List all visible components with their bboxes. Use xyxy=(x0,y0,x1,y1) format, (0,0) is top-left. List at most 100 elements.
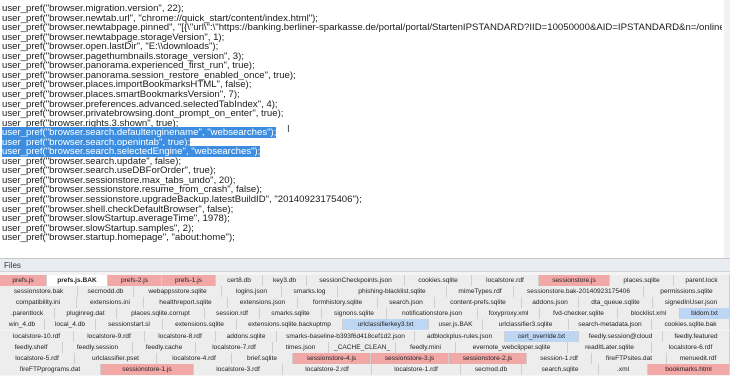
file-tab[interactable]: sessionstart.sl xyxy=(96,319,163,331)
file-tab[interactable]: compatibility.ini xyxy=(0,297,77,309)
file-tab[interactable]: times.json xyxy=(273,341,329,353)
file-tab-label: fireFTPsites.dat xyxy=(605,354,653,362)
file-tab[interactable]: urlclassifier.pset xyxy=(75,352,157,364)
code-editor[interactable]: I user_pref("browser.migration.version",… xyxy=(0,0,730,258)
file-tab[interactable]: prefs-1.js xyxy=(162,275,216,286)
file-tab[interactable]: sessionstore-2.js xyxy=(449,352,527,364)
file-tab[interactable]: cookies.sqlite xyxy=(405,275,472,286)
file-tab[interactable]: feedly.featured xyxy=(663,330,730,342)
file-tab[interactable]: content-prefs.sqlite xyxy=(435,297,522,309)
file-tab[interactable]: localstore-4.rdf xyxy=(157,352,232,364)
file-tab[interactable]: notificationstore.json xyxy=(387,308,478,320)
file-tab[interactable]: feedly.session xyxy=(63,341,133,353)
file-tab[interactable]: localstore-7.rdf xyxy=(196,341,273,353)
file-tab[interactable]: urlclassifier3.sqlite xyxy=(483,319,569,331)
file-tab[interactable]: extensions.ini xyxy=(77,297,144,309)
file-tab-label: _CACHE_CLEAN_ xyxy=(333,343,391,351)
file-tab[interactable]: sessionstore-1.js xyxy=(101,363,194,375)
file-tab[interactable]: feedly.shelf xyxy=(0,341,63,353)
file-tab[interactable]: prefs-2.js xyxy=(108,275,162,286)
file-tab[interactable]: win_4.db xyxy=(0,319,45,331)
file-tab[interactable]: places.sqlite.corrupt xyxy=(117,308,205,320)
file-tab[interactable]: session.rdf xyxy=(205,308,260,320)
file-tab[interactable]: localstore-2.rdf xyxy=(283,363,372,375)
file-tab[interactable]: secmod.db xyxy=(461,363,522,375)
file-tab[interactable]: signedInUser.json xyxy=(653,297,730,309)
file-tab[interactable]: localstore-5.rdf xyxy=(0,352,75,364)
file-tab[interactable]: smarks-baseline-b393f6d418cef1d2.json xyxy=(277,330,415,342)
file-tab[interactable]: extensions.json xyxy=(228,297,298,309)
file-tab[interactable]: addons.json xyxy=(522,297,579,309)
file-tab[interactable]: localstore-6.rdf xyxy=(652,341,730,353)
file-tab[interactable]: addons.sqlite xyxy=(216,330,277,342)
code-line[interactable]: user_pref("browser.startup.homepage", "a… xyxy=(0,232,722,244)
file-tab[interactable]: localstore-8.rdf xyxy=(145,330,216,342)
file-tab[interactable]: local_4.db xyxy=(45,319,96,331)
file-tab[interactable]: search-metadata.json xyxy=(569,319,652,331)
file-tab[interactable]: urlclassifierkey3.txt xyxy=(343,319,429,331)
file-tab[interactable]: blocklist.xml xyxy=(618,308,680,320)
file-tab[interactable]: webappsstore.sqlite xyxy=(134,286,222,298)
file-tab[interactable]: pluginreg.dat xyxy=(55,308,117,320)
file-tab[interactable]: key3.db xyxy=(263,275,307,286)
file-tab[interactable]: bookmarks.html xyxy=(648,363,730,375)
file-tab[interactable]: sessionstore.bak xyxy=(0,286,78,298)
file-tab[interactable]: cert8.db xyxy=(216,275,263,286)
file-tab[interactable]: formhistory.sqlite xyxy=(298,297,378,309)
file-tab[interactable]: signons.sqlite xyxy=(322,308,387,320)
file-tab[interactable]: logins.json xyxy=(222,286,282,298)
file-tab[interactable]: evernote_webclipper.sqlite xyxy=(456,341,568,353)
file-tab[interactable]: dta_queue.sqlite xyxy=(579,297,653,309)
file-tab[interactable]: cert_override.txt xyxy=(505,330,579,342)
file-tab[interactable]: .parentlock xyxy=(0,308,55,320)
file-tab[interactable]: foxyproxy.xml xyxy=(478,308,540,320)
file-tab[interactable]: session-1.rdf xyxy=(527,352,592,364)
file-tab[interactable]: .xml xyxy=(599,363,648,375)
file-tab[interactable]: bldom.txt xyxy=(680,308,730,320)
file-tab[interactable]: feedly.session@cloud xyxy=(579,330,663,342)
file-tab[interactable]: feedly.cache xyxy=(133,341,196,353)
file-tab[interactable]: healthreport.sqlite xyxy=(144,297,228,309)
file-tab[interactable]: localstore-9.rdf xyxy=(74,330,145,342)
file-tab[interactable]: prefs.js xyxy=(0,275,47,286)
file-tab[interactable]: smarks.sqlite xyxy=(260,308,322,320)
file-tab-label: extensions.sqlite xyxy=(175,321,224,329)
file-tab-label: .xml xyxy=(616,365,630,373)
file-tab-label: smarks.sqlite xyxy=(271,310,310,318)
file-tab[interactable]: search.sqlite xyxy=(522,363,599,375)
file-tab[interactable]: adblockplus-rules.json xyxy=(415,330,505,342)
file-tab-label: localstore-1.rdf xyxy=(394,365,438,373)
editor-scrollbar[interactable] xyxy=(724,0,730,258)
file-tab[interactable]: menuedit.rdf xyxy=(667,352,730,364)
file-tab[interactable]: user.js.BAK xyxy=(429,319,483,331)
file-tab[interactable]: parent.lock xyxy=(674,275,730,286)
file-tab[interactable]: mimeTypes.rdf xyxy=(447,286,514,298)
file-tab[interactable]: readItLater.sqlite xyxy=(568,341,652,353)
file-tab[interactable]: fvd-checker.sqlite xyxy=(540,308,618,320)
file-tab[interactable]: localstore-3.rdf xyxy=(194,363,283,375)
file-tab-label: bookmarks.html xyxy=(665,365,712,373)
file-tab[interactable]: places.sqlite xyxy=(610,275,674,286)
file-tab[interactable]: fireFTPprograms.dat xyxy=(0,363,101,375)
file-tab[interactable]: search.json xyxy=(378,297,435,309)
file-tab[interactable]: feedly.mini xyxy=(396,341,456,353)
file-tab[interactable]: sessionstore-3.js xyxy=(371,352,449,364)
file-tab[interactable]: extensions.sqlite.backuptmp xyxy=(237,319,343,331)
file-tab[interactable]: fireFTPsites.dat xyxy=(592,352,667,364)
file-tab[interactable]: sessionstore.js xyxy=(539,275,610,286)
file-tab[interactable]: phishing-blacklist.sqlite xyxy=(338,286,447,298)
file-tab[interactable]: _CACHE_CLEAN_ xyxy=(329,341,396,353)
file-tab[interactable]: secmodd.db xyxy=(78,286,134,298)
file-tab[interactable]: localstore.rdf xyxy=(472,275,539,286)
file-tab[interactable]: extensions.sqlite xyxy=(163,319,237,331)
file-tab[interactable]: brief.sqlite xyxy=(232,352,293,364)
file-tab[interactable]: prefs.js.BAK xyxy=(47,275,108,286)
file-tab[interactable]: sessionstore-4.js xyxy=(293,352,371,364)
file-tab[interactable]: smarks.log xyxy=(282,286,338,298)
file-tab[interactable]: sessionstore.bak-20140923175406 xyxy=(514,286,644,298)
file-tab[interactable]: permissions.sqlite xyxy=(644,286,730,298)
file-tab[interactable]: localstore-10.rdf xyxy=(0,330,74,342)
file-tab[interactable]: localstore-1.rdf xyxy=(372,363,461,375)
file-tab[interactable]: sessionCheckpoints.json xyxy=(307,275,405,286)
file-tab[interactable]: cookies.sqlite.bak xyxy=(652,319,730,331)
